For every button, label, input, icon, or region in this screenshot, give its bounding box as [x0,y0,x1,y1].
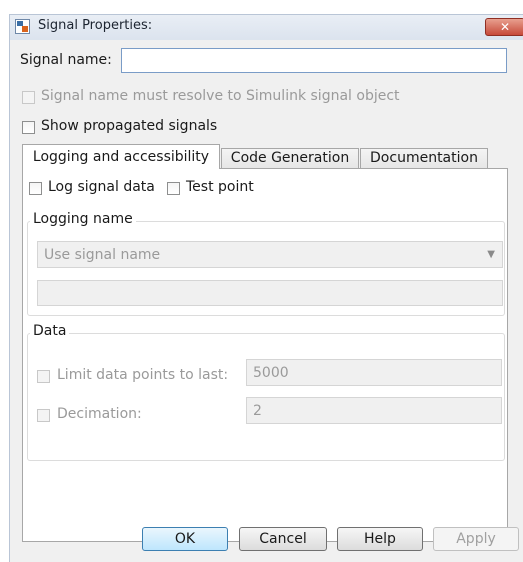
chevron-down-icon: ▼ [487,249,495,260]
signal-name-input[interactable] [121,48,507,73]
logging-name-select-value: Use signal name [44,247,161,263]
ok-button[interactable]: OK [142,527,228,551]
resolve-signal-object-checkbox[interactable] [22,91,35,104]
test-point-checkbox[interactable] [167,182,180,195]
resolve-signal-object-label: Signal name must resolve to Simulink sig… [41,88,400,104]
logging-name-select[interactable]: Use signal name ▼ [37,241,503,268]
cancel-button[interactable]: Cancel [239,527,327,551]
tab-code-generation[interactable]: Code Generation [221,148,359,168]
logging-tab-panel: Log signal data Test point Logging name … [22,168,508,542]
simulink-app-icon [15,19,30,34]
decimation-label: Decimation: [57,406,142,422]
logging-name-group-title: Logging name [30,211,136,227]
window-title: Signal Properties: [38,18,153,33]
test-point-label: Test point [186,179,254,195]
log-signal-data-checkbox[interactable] [29,182,42,195]
signal-properties-dialog: Signal name: Signal name must resolve to… [9,40,523,562]
limit-data-points-label: Limit data points to last: [57,367,229,383]
tab-logging-and-accessibility[interactable]: Logging and accessibility [22,144,220,169]
data-group-title: Data [30,323,70,339]
show-propagated-signals-label: Show propagated signals [41,118,218,134]
apply-button[interactable]: Apply [433,527,519,551]
decimation-input[interactable]: 2 [246,397,502,424]
show-propagated-signals-checkbox[interactable] [22,121,35,134]
log-signal-data-label: Log signal data [48,179,155,195]
signal-name-label: Signal name: [20,52,112,68]
limit-data-points-checkbox[interactable] [37,370,50,383]
close-button[interactable]: ✕ [485,18,523,36]
decimation-checkbox[interactable] [37,409,50,422]
title-bar: Signal Properties: ✕ [9,14,523,41]
logging-name-input[interactable] [37,280,503,306]
help-button[interactable]: Help [337,527,423,551]
limit-data-points-input[interactable]: 5000 [246,359,502,386]
tab-documentation[interactable]: Documentation [360,148,488,168]
